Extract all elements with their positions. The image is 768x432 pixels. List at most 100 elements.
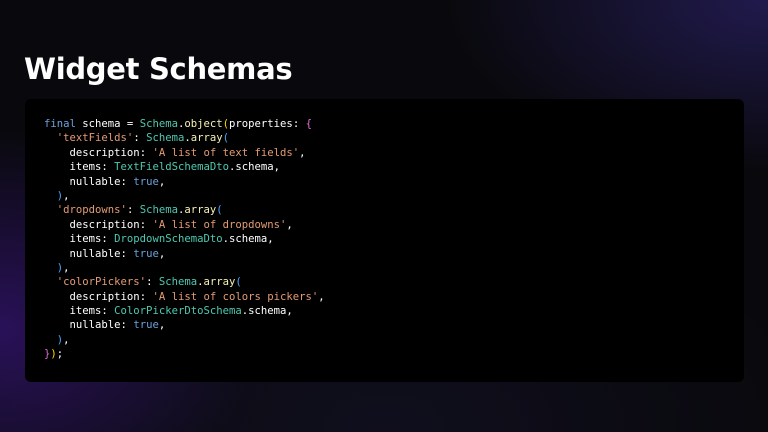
- code-token: final: [44, 118, 76, 130]
- code-line: nullable: true,: [44, 175, 744, 189]
- code-token: ,: [299, 146, 306, 159]
- code-block: final schema = Schema.object(properties:…: [44, 117, 744, 362]
- code-token: :: [120, 175, 134, 188]
- code-token: description: [69, 218, 140, 231]
- code-token: ,: [63, 261, 70, 274]
- code-token: :: [120, 247, 134, 260]
- code-token: :: [139, 218, 153, 231]
- code-token: Schema: [158, 276, 198, 289]
- code-token: 'colorPickers': [56, 276, 147, 289]
- code-token: nullable: [69, 247, 121, 260]
- code-token: 'A list of text fields': [152, 146, 300, 159]
- code-token: :: [133, 132, 147, 145]
- code-panel: final schema = Schema.object(properties:…: [25, 99, 744, 382]
- code-line: final schema = Schema.object(properties:…: [44, 117, 744, 131]
- code-token: properties: [229, 118, 293, 130]
- code-token: :: [139, 290, 153, 303]
- code-token: nullable: [69, 319, 121, 332]
- code-token: :: [120, 319, 134, 332]
- code-token: 'A list of dropdowns': [152, 218, 287, 231]
- code-token: Schema: [139, 118, 178, 130]
- code-token: items: [69, 305, 102, 318]
- code-line: description: 'A list of text fields',: [44, 146, 744, 160]
- code-token: array: [203, 276, 236, 289]
- code-token: :: [126, 204, 140, 217]
- code-token: ,: [158, 247, 166, 260]
- code-token: array: [190, 132, 223, 145]
- code-token: :: [101, 233, 115, 246]
- code-token: array: [184, 204, 217, 217]
- code-line: ),: [44, 189, 744, 203]
- code-token: ,: [63, 189, 70, 202]
- code-line: nullable: true,: [44, 318, 744, 332]
- code-line: items: DropdownSchemaDto.schema,: [44, 232, 744, 246]
- code-token: 'dropdowns': [56, 204, 127, 217]
- code-token: ,: [318, 290, 325, 303]
- code-token: true: [133, 319, 159, 332]
- code-token: :: [146, 276, 159, 289]
- code-token: :: [101, 161, 115, 174]
- code-token: ,: [267, 233, 274, 246]
- code-token: 'A list of colors pickers': [152, 290, 319, 303]
- code-token: {: [305, 118, 312, 130]
- code-line: items: TextFieldSchemaDto.schema,: [44, 160, 744, 174]
- code-token: ,: [158, 319, 166, 332]
- code-token: ,: [63, 333, 70, 346]
- code-line: description: 'A list of dropdowns',: [44, 218, 744, 232]
- code-token: ,: [286, 218, 293, 231]
- code-token: ColorPickerDtoSchema: [114, 305, 242, 318]
- code-line: ),: [44, 333, 744, 347]
- code-token: object: [184, 118, 223, 130]
- code-token: =: [126, 118, 140, 130]
- code-line: });: [44, 347, 744, 361]
- code-token: ,: [286, 305, 293, 318]
- code-token: Schema: [139, 204, 178, 217]
- code-token: items: [69, 161, 102, 174]
- code-line: description: 'A list of colors pickers',: [44, 290, 744, 304]
- code-line: ),: [44, 261, 744, 275]
- code-token: :: [139, 146, 153, 159]
- code-token: (: [222, 132, 230, 145]
- code-token: ;: [56, 348, 64, 361]
- code-line: items: ColorPickerDtoSchema.schema,: [44, 304, 744, 318]
- code-token: (: [235, 276, 242, 289]
- code-token: nullable: [69, 175, 121, 188]
- code-line: 'dropdowns': Schema.array(: [44, 203, 744, 217]
- slide-title: Widget Schemas: [24, 52, 293, 86]
- code-token: ,: [158, 175, 166, 188]
- code-token: TextFieldSchemaDto: [114, 161, 229, 174]
- code-token: true: [133, 247, 159, 260]
- code-token: ,: [273, 161, 281, 174]
- code-token: description: [69, 146, 140, 159]
- code-line: 'colorPickers': Schema.array(: [44, 275, 744, 289]
- code-token: description: [69, 290, 140, 303]
- code-token: DropdownSchemaDto: [114, 233, 223, 246]
- code-token: schema: [248, 305, 287, 318]
- code-token: schema: [229, 233, 268, 246]
- code-token: true: [133, 175, 159, 188]
- code-token: 'textFields': [56, 132, 134, 145]
- code-token: :: [101, 305, 115, 318]
- code-token: :: [292, 118, 306, 130]
- code-line: nullable: true,: [44, 247, 744, 261]
- code-token: schema: [75, 118, 127, 130]
- code-token: Schema: [146, 132, 185, 145]
- code-token: items: [69, 233, 102, 246]
- code-line: 'textFields': Schema.array(: [44, 131, 744, 145]
- code-token: (: [216, 204, 223, 217]
